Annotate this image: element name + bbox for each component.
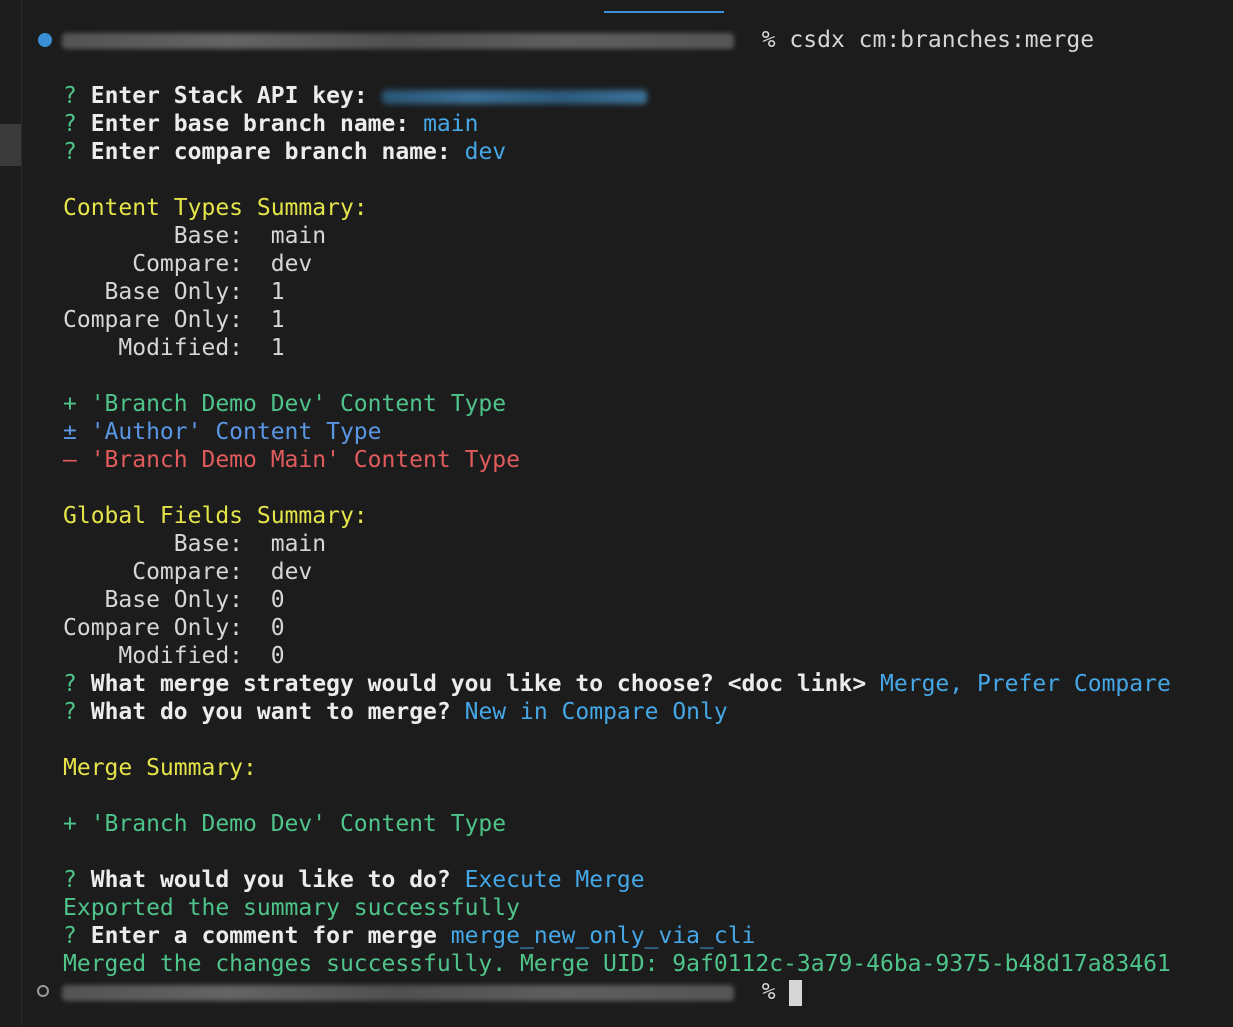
gf-summary-row: Compare Only: 0 — [63, 615, 285, 641]
gf-summary-row: Modified: 0 — [63, 643, 285, 669]
global-fields-heading: Global Fields Summary: — [63, 503, 368, 529]
active-tab-indicator — [604, 11, 724, 13]
comment-answer: merge_new_only_via_cli — [450, 923, 756, 949]
prompt-symbol: % — [761, 979, 776, 1005]
command-text: % csdx cm:branches:merge — [761, 27, 1095, 53]
gf-summary-row: Compare: dev — [63, 559, 313, 585]
ct-summary-row: Compare Only: 1 — [63, 307, 285, 333]
merged-message: Merged the changes successfully. Merge U… — [63, 951, 1171, 977]
merge-summary-heading: Merge Summary: — [63, 755, 257, 781]
comment-question: ? Enter a comment for merge merge_new_on… — [63, 923, 756, 949]
command-status-dot-icon[interactable] — [38, 33, 52, 47]
redacted-prompt-path — [62, 32, 734, 49]
redacted-api-key — [381, 89, 647, 104]
prompt-line: % csdx cm:branches:merge — [62, 26, 1094, 54]
gf-summary-row: Base Only: 0 — [63, 587, 285, 613]
content-types-heading: Content Types Summary: — [63, 195, 368, 221]
terminal-cursor — [789, 979, 803, 1006]
ct-summary-row: Compare: dev — [63, 251, 313, 277]
command-status-idle-icon[interactable] — [37, 985, 49, 997]
ct-modified-item: ± 'Author' Content Type — [63, 419, 382, 445]
gutter-scroll-marker — [0, 124, 21, 166]
merge-strategy-question: ? What merge strategy would you like to … — [63, 671, 1171, 697]
what-merge-answer: New in Compare Only — [464, 699, 728, 725]
question-mark: ? — [63, 83, 77, 109]
redacted-prompt-path — [62, 984, 734, 1001]
exported-message: Exported the summary successfully — [63, 895, 520, 921]
base-branch-answer: main — [423, 111, 479, 137]
ct-summary-row: Base Only: 1 — [63, 279, 285, 305]
gf-summary-row: Base: main — [63, 531, 327, 557]
action-question: ? What would you like to do? Execute Mer… — [63, 867, 645, 893]
compare-branch-answer: dev — [464, 139, 507, 165]
ct-added-item: + 'Branch Demo Dev' Content Type — [63, 391, 507, 417]
ct-summary-row: Base: main — [63, 223, 327, 249]
merge-summary-item: + 'Branch Demo Dev' Content Type — [63, 811, 507, 837]
api-key-question: ? Enter Stack API key: — [63, 82, 647, 110]
base-branch-question: ? Enter base branch name: main — [63, 111, 479, 137]
ct-summary-row: Modified: 1 — [63, 335, 285, 361]
action-answer: Execute Merge — [464, 867, 645, 893]
compare-branch-question: ? Enter compare branch name: dev — [63, 139, 507, 165]
ct-removed-item: – 'Branch Demo Main' Content Type — [63, 447, 520, 473]
final-prompt-line[interactable]: % — [62, 978, 803, 1006]
merge-strategy-answer: Merge, Prefer Compare — [880, 671, 1171, 697]
what-merge-question: ? What do you want to merge? New in Comp… — [63, 699, 728, 725]
